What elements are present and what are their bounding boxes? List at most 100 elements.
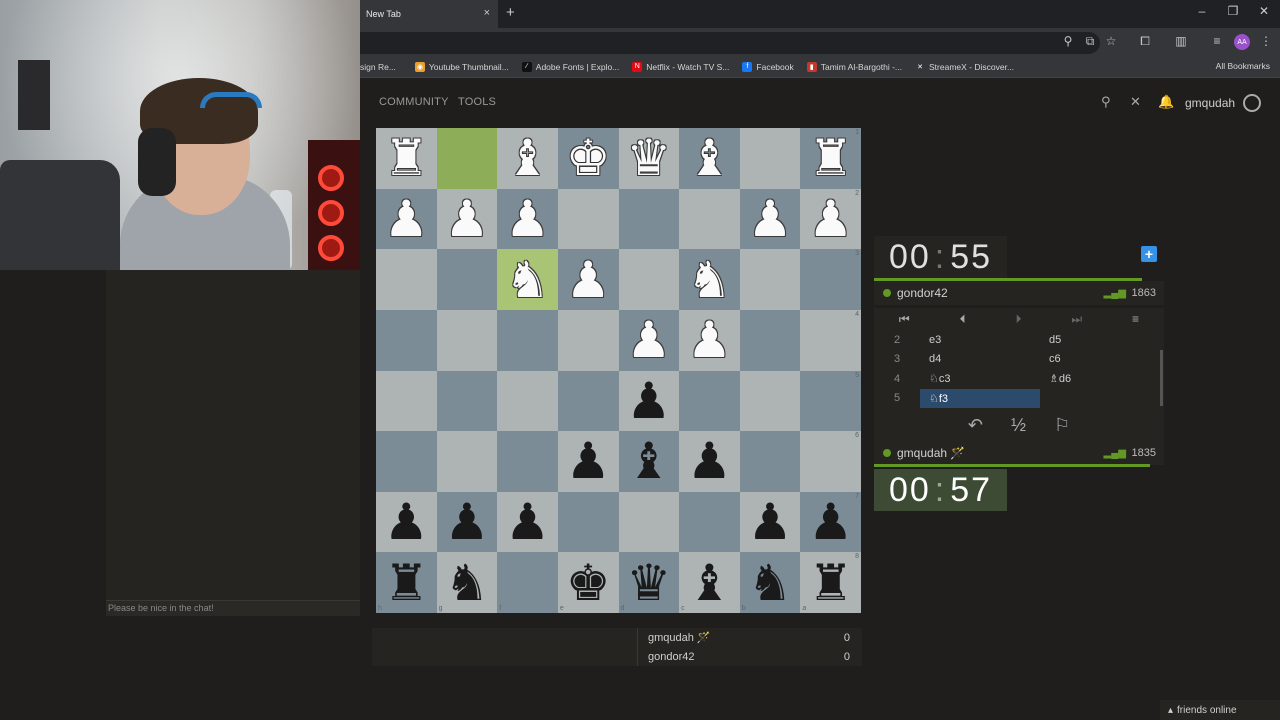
zoom-icon[interactable]: ⚲ xyxy=(1060,34,1076,48)
draw-offer-icon[interactable]: ½ xyxy=(1011,415,1026,436)
white-pawn-icon[interactable]: ♟ xyxy=(626,315,671,365)
board-square[interactable] xyxy=(436,370,498,432)
prev-move-icon[interactable]: ⏴ xyxy=(960,312,966,327)
black-bishop-icon[interactable]: ♝ xyxy=(626,436,671,486)
chess-board[interactable]: ♜ ♝ ♚ ♛ ♝ ♜ 1 ♟ ♟ ♟ ♟ ♟ 2 ♞ ♟ ♞ 3 ♟ ♟ 4 ♟ 5 ♟ ♝ ♟ 6 ♟ ♟ ♟ ♟ ♟ 7 ♜ h ♞ g f ♚ e ♛… xyxy=(376,128,861,613)
white-pawn-icon[interactable]: ♟ xyxy=(808,194,853,244)
board-square[interactable]: ♝ xyxy=(679,128,740,189)
white-bishop-icon[interactable]: ♝ xyxy=(687,133,732,183)
black-pawn-icon[interactable]: ♟ xyxy=(748,497,793,547)
board-square[interactable]: ♛ xyxy=(618,128,680,189)
board-square[interactable]: ♟ xyxy=(618,370,680,432)
white-pawn-icon[interactable]: ♟ xyxy=(748,194,793,244)
move-black[interactable]: c6 xyxy=(1040,350,1160,370)
add-time-button[interactable]: + xyxy=(1141,246,1157,262)
black-pawn-icon[interactable]: ♟ xyxy=(808,497,853,547)
friends-online-button[interactable]: ▴ friends online xyxy=(1160,700,1280,720)
last-move-icon[interactable]: ⏭ xyxy=(1071,312,1082,327)
board-square[interactable]: ♟ xyxy=(679,431,740,492)
board-square[interactable]: f xyxy=(497,552,558,613)
board-square[interactable]: ♜ h xyxy=(376,552,437,613)
minimize-icon[interactable]: – xyxy=(1192,4,1212,18)
player-bottom[interactable]: gmqudah 🪄 ▂▄▆ 1835 xyxy=(874,441,1164,465)
black-knight-icon[interactable]: ♞ xyxy=(748,558,793,608)
white-queen-icon[interactable]: ♛ xyxy=(626,133,671,183)
black-pawn-icon[interactable]: ♟ xyxy=(505,497,550,547)
board-square[interactable] xyxy=(557,370,619,432)
board-square[interactable] xyxy=(679,491,740,553)
close-window-icon[interactable]: ✕ xyxy=(1254,4,1274,18)
profile-avatar[interactable]: AA xyxy=(1234,34,1250,50)
board-square[interactable] xyxy=(497,309,558,371)
move-white[interactable]: d4 xyxy=(920,350,1040,370)
black-rook-icon[interactable]: ♜ xyxy=(808,558,853,608)
board-square[interactable]: ♟ xyxy=(497,491,558,553)
board-square[interactable] xyxy=(436,128,498,189)
board-square[interactable] xyxy=(497,431,558,492)
bookmark-item[interactable]: ▮ Tamim Al-Bargothi -... xyxy=(806,61,902,72)
board-square[interactable]: ♞ xyxy=(679,249,740,310)
board-square[interactable] xyxy=(436,431,498,492)
board-square[interactable]: ♟ xyxy=(376,491,437,553)
chat-input[interactable]: Please be nice in the chat! xyxy=(106,600,360,616)
player-top[interactable]: gondor42 ▂▄▆ 1863 xyxy=(874,281,1164,305)
move-scrollbar[interactable] xyxy=(1160,350,1163,406)
board-square[interactable] xyxy=(739,309,801,371)
board-square[interactable]: ♟ xyxy=(436,188,498,250)
hamburger-menu-icon[interactable]: ≡ xyxy=(1132,312,1139,326)
board-square[interactable]: ♟ xyxy=(739,188,801,250)
black-pawn-icon[interactable]: ♟ xyxy=(566,436,611,486)
black-queen-icon[interactable]: ♛ xyxy=(626,558,671,608)
omnibox[interactable] xyxy=(360,32,1100,54)
board-square[interactable]: ♜ xyxy=(376,128,437,189)
board-square[interactable]: ♟ xyxy=(557,249,619,310)
username-menu[interactable]: gmqudah xyxy=(1185,96,1235,110)
white-pawn-icon[interactable]: ♟ xyxy=(566,255,611,305)
board-square[interactable] xyxy=(376,309,437,371)
board-square[interactable] xyxy=(557,188,619,250)
board-square[interactable]: ♟ xyxy=(557,431,619,492)
bookmark-item[interactable]: ∕ Adobe Fonts | Explo... xyxy=(521,61,619,72)
board-square[interactable]: ♞ b xyxy=(739,552,801,613)
board-square[interactable]: 6 xyxy=(800,431,861,492)
black-rook-icon[interactable]: ♜ xyxy=(384,558,429,608)
black-pawn-icon[interactable]: ♟ xyxy=(687,436,732,486)
reading-list-icon[interactable]: ▥ xyxy=(1173,34,1189,48)
bookmark-item[interactable]: ◉ Youtube Thumbnail... xyxy=(414,61,509,72)
board-square[interactable] xyxy=(679,188,740,250)
bookmark-star-icon[interactable]: ☆ xyxy=(1103,34,1119,48)
nav-tools[interactable]: TOOLS xyxy=(458,96,496,108)
board-square[interactable]: ♜ 1 xyxy=(800,128,861,189)
board-square[interactable] xyxy=(739,249,801,310)
board-square[interactable]: ♞ g xyxy=(436,552,498,613)
bookmark-item[interactable]: f Facebook xyxy=(742,61,794,72)
board-square[interactable]: ♚ e xyxy=(557,552,619,613)
new-tab-icon[interactable]: + xyxy=(506,4,515,21)
board-square[interactable]: 3 xyxy=(800,249,861,310)
board-square[interactable] xyxy=(436,249,498,310)
board-square[interactable]: ♚ xyxy=(557,128,619,189)
board-square[interactable] xyxy=(739,128,801,189)
white-pawn-icon[interactable]: ♟ xyxy=(505,194,550,244)
user-icon[interactable] xyxy=(1243,94,1261,112)
media-icon[interactable]: ≡ xyxy=(1209,34,1225,48)
board-square[interactable] xyxy=(618,188,680,250)
board-square[interactable]: 4 xyxy=(800,309,861,371)
move-black[interactable] xyxy=(1040,389,1160,409)
board-square[interactable] xyxy=(376,370,437,432)
board-square[interactable] xyxy=(497,370,558,432)
black-bishop-icon[interactable]: ♝ xyxy=(687,558,732,608)
board-square[interactable]: ♝ xyxy=(497,128,558,189)
board-square[interactable]: 5 xyxy=(800,370,861,432)
board-square[interactable] xyxy=(436,309,498,371)
board-square[interactable]: ♟ 7 xyxy=(800,491,861,553)
swords-icon[interactable]: ✕ xyxy=(1130,94,1141,110)
white-knight-icon[interactable]: ♞ xyxy=(505,255,550,305)
board-square[interactable] xyxy=(618,249,680,310)
white-rook-icon[interactable]: ♜ xyxy=(384,133,429,183)
board-square[interactable]: ♞ xyxy=(497,249,558,310)
takeback-icon[interactable]: ↶ xyxy=(968,415,983,436)
bookmark-item[interactable]: N Netflix - Watch TV S... xyxy=(632,61,729,72)
extensions-icon[interactable]: ⧠ xyxy=(1137,34,1153,49)
white-rook-icon[interactable]: ♜ xyxy=(808,133,853,183)
